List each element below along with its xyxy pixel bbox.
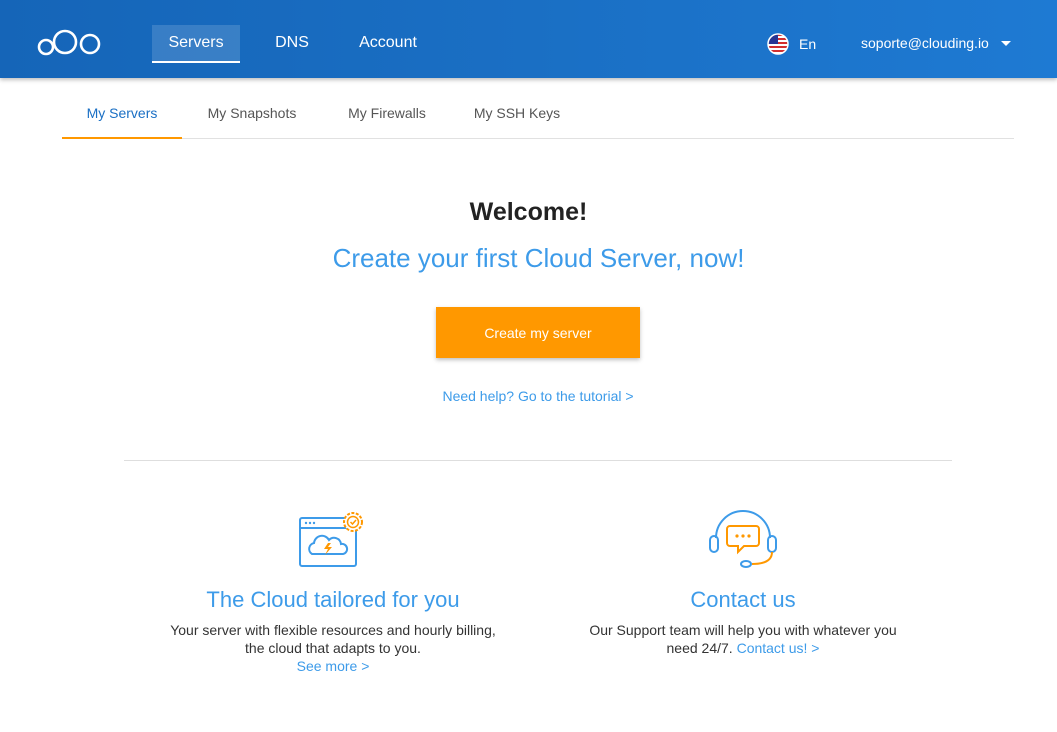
language-label: En: [799, 36, 817, 52]
top-navbar: Servers DNS Account En soporte@clouding.…: [0, 0, 1057, 78]
tab-my-snapshots[interactable]: My Snapshots: [194, 88, 310, 138]
tab-my-ssh-keys[interactable]: My SSH Keys: [462, 88, 572, 138]
feature-cloud: The Cloud tailored for you Your server w…: [163, 508, 503, 675]
tab-my-servers[interactable]: My Servers: [62, 88, 182, 139]
feature-contact-text: Our Support team will help you with what…: [573, 621, 913, 657]
page-title: Welcome!: [469, 198, 588, 226]
servers-tabs: My Servers My Snapshots My Firewalls My …: [62, 88, 1014, 139]
us-flag-icon: [767, 33, 789, 55]
support-headset-icon: [709, 510, 777, 568]
nav-servers[interactable]: Servers: [152, 25, 240, 63]
nav-account[interactable]: Account: [350, 25, 426, 63]
feature-contact: Contact us Our Support team will help yo…: [573, 508, 913, 657]
see-more-link[interactable]: See more >: [297, 658, 370, 674]
feature-cloud-title: The Cloud tailored for you: [206, 587, 460, 612]
user-email: soporte@clouding.io: [861, 35, 989, 51]
contact-us-link[interactable]: Contact us! >: [737, 640, 820, 656]
section-divider: [124, 460, 952, 461]
cloud-window-icon: [299, 512, 363, 567]
page-subtitle: Create your first Cloud Server, now!: [332, 243, 745, 273]
chevron-down-icon: [1000, 40, 1011, 46]
language-selector[interactable]: En: [767, 33, 816, 55]
user-menu[interactable]: soporte@clouding.io: [861, 33, 1011, 53]
tab-my-firewalls[interactable]: My Firewalls: [334, 88, 440, 138]
nav-dns[interactable]: DNS: [266, 25, 318, 63]
feature-contact-title: Contact us: [690, 587, 796, 612]
tutorial-link[interactable]: Need help? Go to the tutorial >: [0, 388, 1057, 404]
cloud-logo-icon[interactable]: [37, 27, 103, 57]
feature-cloud-text: Your server with flexible resources and …: [163, 621, 503, 675]
create-server-button[interactable]: Create my server: [436, 307, 640, 358]
feature-cloud-description: Your server with flexible resources and …: [170, 622, 496, 656]
